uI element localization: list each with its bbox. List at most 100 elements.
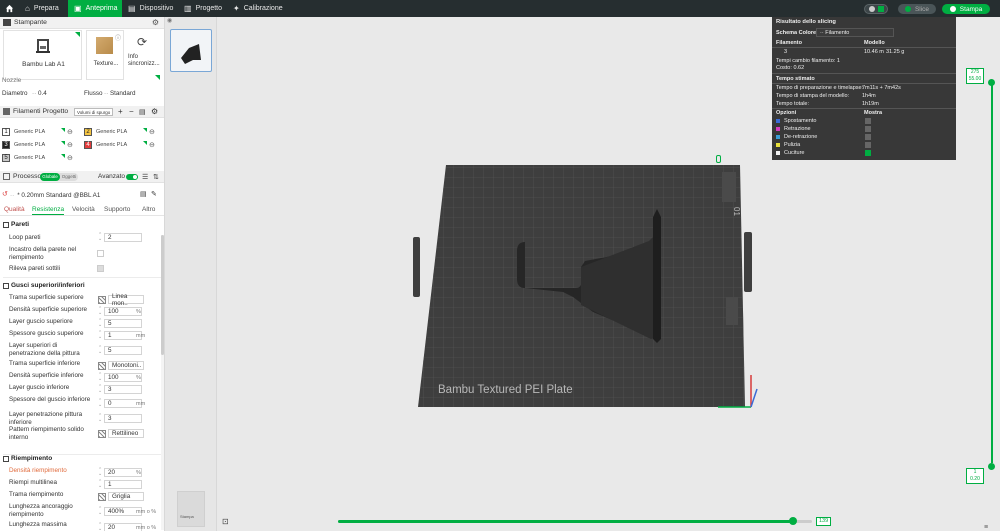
save-icon[interactable]: ▤	[139, 108, 146, 116]
option-show-checkbox[interactable]	[865, 142, 871, 148]
filament-name[interactable]: Generic PLA	[14, 129, 45, 135]
slider-bottom-handle[interactable]	[988, 463, 995, 470]
filament-name[interactable]: Generic PLA	[96, 142, 127, 148]
tab-quality[interactable]: Qualità	[4, 206, 25, 213]
filament-item[interactable]: 1 Generic PLA ⊖	[2, 128, 80, 138]
move-handle[interactable]	[789, 517, 798, 525]
option-show-checkbox[interactable]	[865, 118, 871, 124]
stepper[interactable]: ⌃ ⌄	[98, 319, 103, 328]
pattern-icon[interactable]	[98, 430, 106, 438]
add-icon[interactable]: +	[118, 107, 123, 116]
printer-card[interactable]: Bambu Lab A1	[3, 30, 82, 80]
tab-support[interactable]: Supporto	[104, 206, 130, 213]
scope-objects[interactable]: Oggetti	[60, 173, 78, 181]
tab-prepare[interactable]: ⌂ Prepara	[22, 0, 62, 17]
tab-strength[interactable]: Resistenza	[32, 206, 65, 215]
fit-view-icon[interactable]: ⊡	[222, 517, 229, 526]
remove-filament-icon[interactable]: ⊖	[67, 154, 73, 162]
save-icon[interactable]: ▤	[140, 190, 147, 198]
setting-field[interactable]: Griglia	[108, 492, 144, 501]
option-show-checkbox[interactable]	[865, 134, 871, 140]
filament-color-swatch[interactable]: 2	[84, 128, 92, 136]
tab-project[interactable]: ▥ Progetto	[184, 0, 224, 17]
layer-slider[interactable]: 275 55.00 1 0.20	[966, 67, 1000, 485]
setting-field[interactable]: 3	[104, 413, 142, 423]
scrollbar-thumb[interactable]	[161, 235, 164, 355]
setting-field[interactable]: 5	[104, 319, 142, 328]
tab-preview[interactable]: ▣ Anteprima	[68, 0, 122, 17]
tab-speed[interactable]: Velocità	[72, 206, 95, 213]
wall-loops-stepper[interactable]: ⌃ ⌄	[98, 233, 103, 242]
scope-global[interactable]: Globale	[40, 173, 60, 181]
remove-filament-icon[interactable]: ⊖	[67, 128, 73, 136]
stepper[interactable]: ⌃ ⌄	[98, 480, 103, 489]
stepper[interactable]: ⌃ ⌄	[98, 523, 103, 531]
slice-button[interactable]: Slice	[898, 4, 936, 14]
flow-select[interactable]: ·· Standard	[104, 90, 136, 97]
scope-toggle[interactable]: Globale Oggetti	[40, 173, 78, 181]
stepper[interactable]: ⌃ ⌄	[98, 331, 103, 340]
eye-icon[interactable]: ◉	[167, 17, 175, 24]
pattern-icon[interactable]	[98, 296, 106, 304]
stepper[interactable]: ⌃ ⌄	[98, 373, 103, 382]
view-toggle[interactable]	[864, 4, 888, 14]
layers-icon[interactable]: ≡	[984, 524, 988, 531]
filament-name[interactable]: Generic PLA	[14, 155, 45, 161]
setting-field[interactable]: Linea mon..	[108, 293, 144, 307]
wall-infill-checkbox[interactable]	[97, 250, 104, 257]
setting-field[interactable]: Monotoni..	[108, 361, 144, 370]
filament-item[interactable]: 2 Generic PLA ⊖	[84, 128, 162, 138]
print-button[interactable]: Stampa	[942, 4, 990, 14]
plate-thumbnail[interactable]	[170, 29, 212, 72]
process-profile-select[interactable]: ·· * 0.20mm Standard @BBL A1	[10, 190, 133, 200]
filament-name[interactable]: Generic PLA	[96, 129, 127, 135]
stepper[interactable]: ⌃ ⌄	[98, 413, 103, 422]
stepper[interactable]: ⌃ ⌄	[98, 468, 103, 477]
stepper[interactable]: ⌃ ⌄	[98, 346, 103, 355]
remove-filament-icon[interactable]: ⊖	[149, 128, 155, 136]
filament-name[interactable]: Generic PLA	[14, 142, 45, 148]
settings-icon[interactable]: ⚙	[151, 107, 158, 116]
home-icon[interactable]	[2, 0, 16, 17]
setting-field[interactable]: Rettilineo	[108, 429, 144, 438]
pattern-icon[interactable]	[98, 362, 106, 370]
sync-card[interactable]: ⟳ Info sincronizz...	[126, 30, 162, 80]
edit-icon[interactable]: ✎	[151, 190, 157, 198]
setting-field[interactable]: 5	[104, 346, 142, 355]
filament-item[interactable]: 4 Generic PLA ⊖	[84, 141, 162, 151]
remove-filament-icon[interactable]: ⊖	[67, 141, 73, 149]
detect-thin-checkbox[interactable]	[97, 265, 104, 272]
filament-item[interactable]: 5 Generic PLA ⊖	[2, 154, 80, 164]
filament-color-swatch[interactable]: 1	[2, 128, 10, 136]
info-icon[interactable]: ⓘ	[115, 33, 121, 42]
stepper[interactable]: ⌃ ⌄	[98, 307, 103, 316]
stepper[interactable]: ⌃ ⌄	[98, 385, 103, 394]
plate-card[interactable]: Texture... ⓘ	[86, 30, 124, 80]
option-show-checkbox[interactable]	[865, 126, 871, 132]
reset-icon[interactable]: ↺	[2, 190, 8, 198]
build-plate[interactable]: Bambu Textured PEI Plate 01	[413, 157, 758, 417]
gear-icon[interactable]: ⚙	[152, 18, 159, 27]
move-slider[interactable]: 139	[338, 516, 832, 528]
remove-filament-icon[interactable]: ⊖	[149, 141, 155, 149]
compare-icon[interactable]: ⇅	[153, 173, 159, 181]
pattern-icon[interactable]	[98, 493, 106, 501]
filament-color-swatch[interactable]: 3	[2, 141, 10, 149]
tab-calibration[interactable]: ✦ Calibrazione	[233, 0, 285, 17]
setting-field[interactable]: 3	[104, 385, 142, 394]
filament-color-swatch[interactable]: 4	[84, 141, 92, 149]
stepper[interactable]: ⌃ ⌄	[98, 507, 103, 516]
scrollbar-track[interactable]	[161, 235, 164, 530]
diameter-select[interactable]: ·· 0.4	[32, 90, 47, 97]
tab-device[interactable]: ▤ Dispositivo	[128, 0, 174, 17]
filament-item[interactable]: 3 Generic PLA ⊖	[2, 141, 80, 151]
list-icon[interactable]: ☰	[142, 173, 148, 181]
purge-volume-button[interactable]: Volumi di spurgo	[74, 108, 114, 116]
setting-field[interactable]: 1	[104, 480, 142, 489]
print-preview-thumb[interactable]: Stampa	[177, 491, 205, 527]
option-show-checkbox[interactable]	[865, 150, 871, 156]
wall-loops-field[interactable]: 2	[104, 233, 142, 242]
stepper[interactable]: ⌃ ⌄	[98, 398, 103, 407]
advanced-toggle[interactable]	[126, 174, 138, 180]
tab-other[interactable]: Altro	[142, 206, 155, 213]
